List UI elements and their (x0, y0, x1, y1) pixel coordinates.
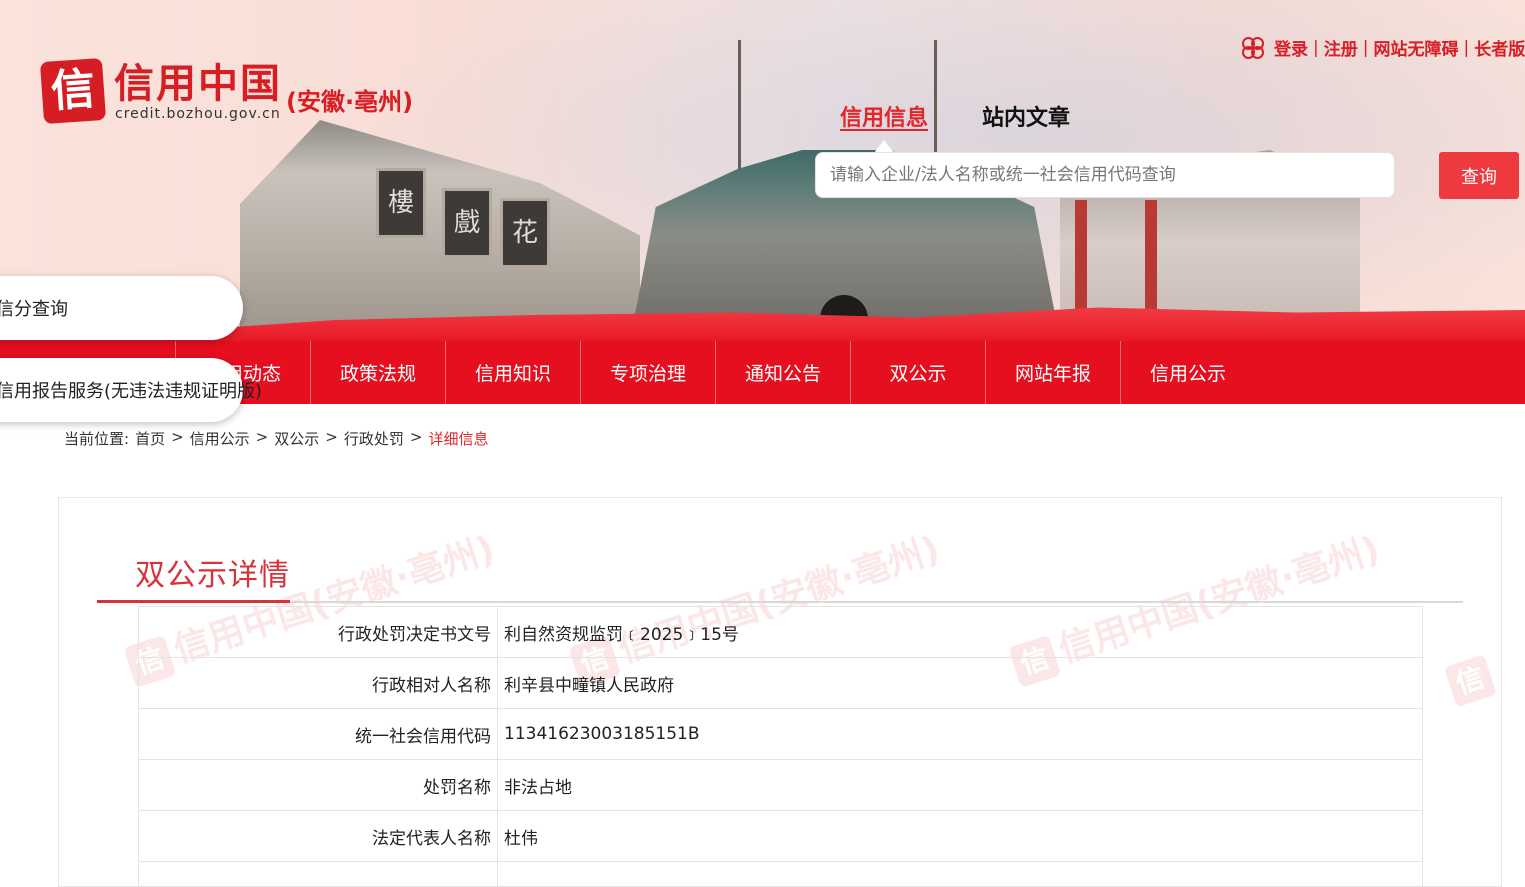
row-value: 利辛县中疃镇人民政府 (498, 658, 1423, 709)
table-row (139, 862, 1423, 887)
row-label: 行政相对人名称 (139, 658, 498, 709)
logo-url: credit.bozhou.gov.cn (115, 106, 281, 122)
search-button[interactable]: 查询 (1439, 152, 1519, 199)
row-label: 行政处罚决定书文号 (139, 607, 498, 658)
banner-plaque: 戲 (442, 188, 492, 258)
row-value: 非法占地 (498, 760, 1423, 811)
row-value: 利自然资规监罚﹝2025﹞15号 (498, 607, 1423, 658)
watermark: 信 (1444, 652, 1502, 708)
breadcrumb-separator: > (325, 428, 338, 449)
detail-panel: 信信用中国(安徽·亳州) 信信用中国(安徽·亳州) 信信用中国(安徽·亳州) 信… (58, 497, 1502, 887)
row-label: 处罚名称 (139, 760, 498, 811)
row-value: 11341623003185151B (498, 709, 1423, 760)
breadcrumb-separator: > (410, 428, 423, 449)
breadcrumb-prefix: 当前位置: (64, 428, 129, 449)
credit-score-query-button[interactable]: 信分查询 (0, 276, 243, 340)
nav-item-annual-report[interactable]: 网站年报 (985, 341, 1120, 404)
breadcrumb-current: 详细信息 (428, 428, 488, 449)
link-separator: | (1463, 38, 1469, 58)
logo-name[interactable]: 信用中国 (114, 60, 282, 108)
logo-icon[interactable]: 信 (40, 58, 106, 124)
search-input[interactable] (815, 152, 1395, 198)
register-link[interactable]: 注册 (1324, 35, 1358, 60)
top-links: 登录 | 注册 | 网站无障碍 | 长者版 (1242, 35, 1525, 60)
row-value (498, 862, 1423, 887)
row-label: 法定代表人名称 (139, 811, 498, 862)
tab-site-articles[interactable]: 站内文章 (982, 100, 1070, 132)
detail-table: 行政处罚决定书文号 利自然资规监罚﹝2025﹞15号 行政相对人名称 利辛县中疃… (138, 606, 1423, 887)
breadcrumb-separator: > (256, 428, 269, 449)
logo-region: (安徽·亳州) (286, 82, 413, 117)
breadcrumb-separator: > (171, 428, 184, 449)
table-row: 统一社会信用代码 11341623003185151B (139, 709, 1423, 760)
accessible-link[interactable]: 网站无障碍 (1373, 35, 1458, 60)
user-icon (1242, 37, 1264, 59)
breadcrumb-admin-penalty[interactable]: 行政处罚 (344, 428, 404, 449)
nav-item-notices[interactable]: 通知公告 (715, 341, 850, 404)
nav-item-special-governance[interactable]: 专项治理 (580, 341, 715, 404)
credit-report-service-button[interactable]: 信用报告服务(无违法违规证明版) (0, 358, 243, 422)
table-row: 处罚名称 非法占地 (139, 760, 1423, 811)
table-row: 法定代表人名称 杜伟 (139, 811, 1423, 862)
nav-item-knowledge[interactable]: 信用知识 (445, 341, 580, 404)
watermark-logo-icon: 信 (1444, 654, 1497, 707)
nav-item-double-publicity[interactable]: 双公示 (850, 341, 985, 404)
breadcrumb-home[interactable]: 首页 (135, 428, 165, 449)
page-title: 双公示详情 (135, 550, 290, 594)
tab-credit-info[interactable]: 信用信息 (840, 100, 928, 132)
title-divider (97, 601, 1463, 603)
row-label (139, 862, 498, 887)
row-value: 杜伟 (498, 811, 1423, 862)
banner-plaque: 花 (500, 198, 550, 268)
breadcrumb-credit-publicity[interactable]: 信用公示 (190, 428, 250, 449)
banner-plaque: 樓 (376, 168, 426, 238)
table-row: 行政相对人名称 利辛县中疃镇人民政府 (139, 658, 1423, 709)
title-divider-accent (97, 600, 290, 603)
row-label: 统一社会信用代码 (139, 709, 498, 760)
link-separator: | (1363, 38, 1369, 58)
table-row: 行政处罚决定书文号 利自然资规监罚﹝2025﹞15号 (139, 607, 1423, 658)
breadcrumb: 当前位置: 首页 > 信用公示 > 双公示 > 行政处罚 > 详细信息 (64, 428, 488, 449)
login-link[interactable]: 登录 (1274, 35, 1308, 60)
search-tabs: 信用信息 站内文章 (840, 100, 1070, 132)
breadcrumb-double-publicity[interactable]: 双公示 (274, 428, 319, 449)
nav-item-policy[interactable]: 政策法规 (310, 341, 445, 404)
nav-item-credit-publicity[interactable]: 信用公示 (1120, 341, 1255, 404)
link-separator: | (1313, 38, 1319, 58)
elder-mode-link[interactable]: 长者版 (1474, 35, 1525, 60)
